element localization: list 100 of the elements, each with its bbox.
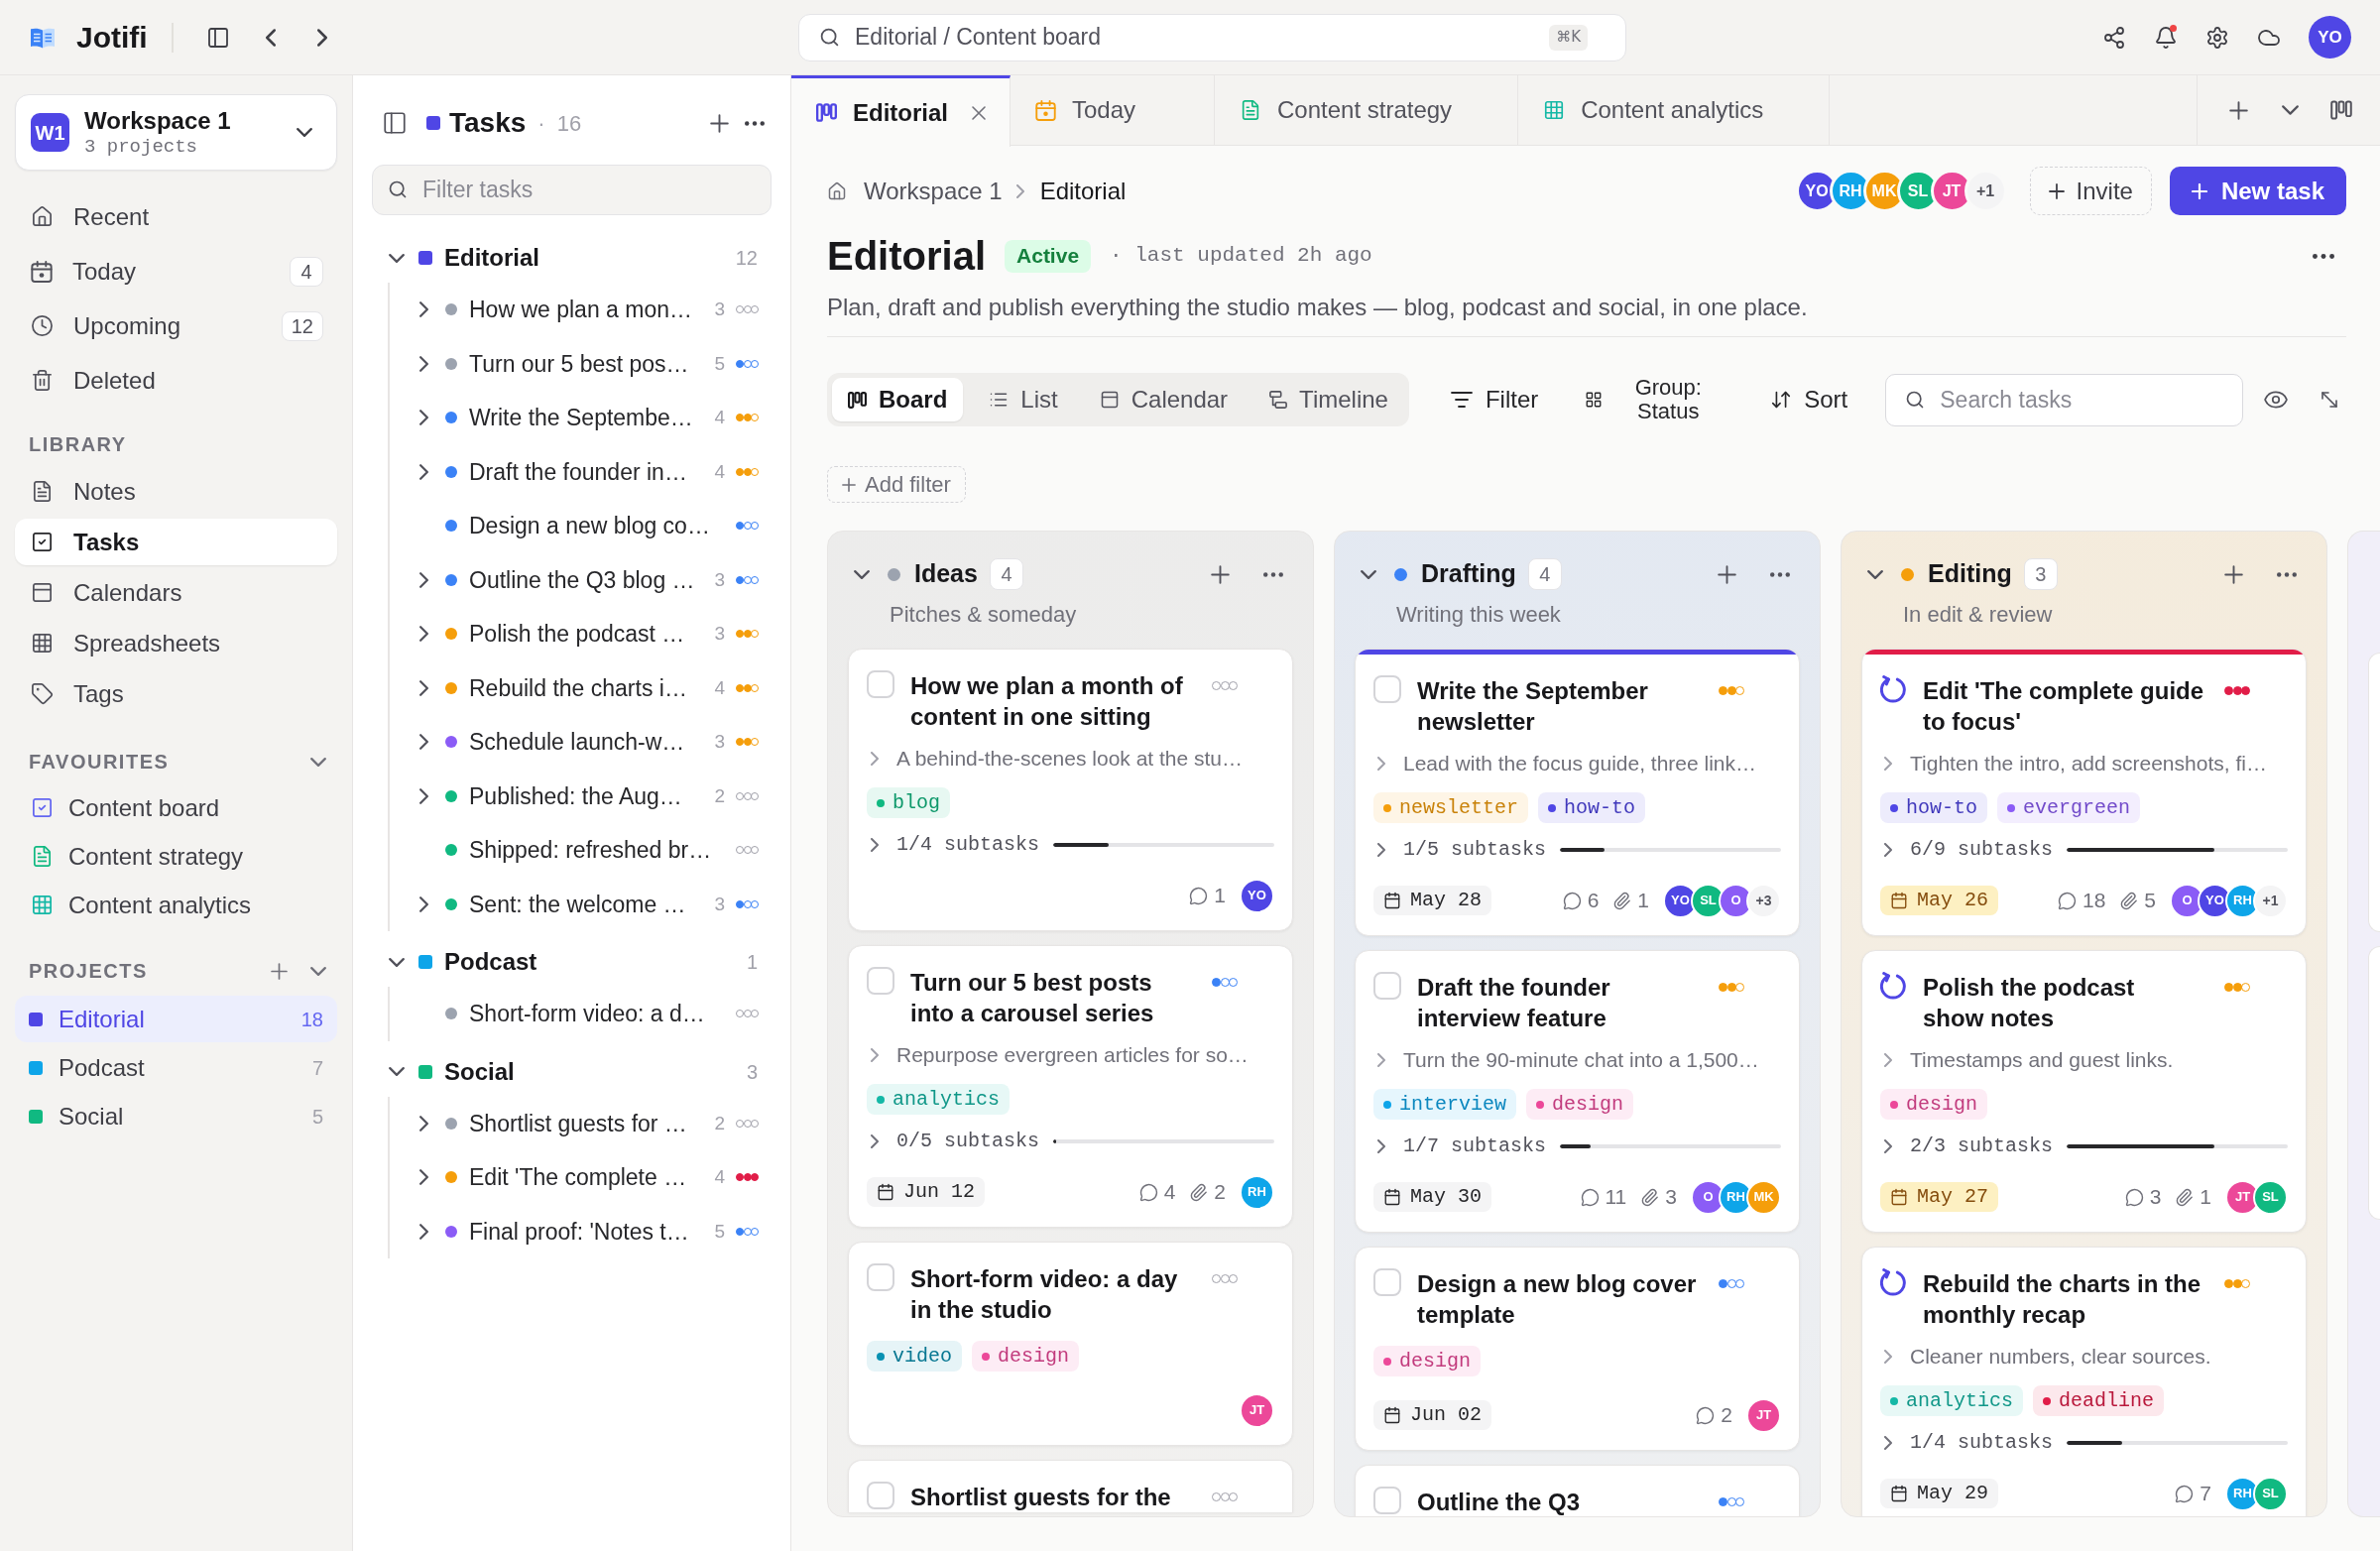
task-tree-item[interactable]: Design a new blog co… [390, 499, 790, 553]
task-tree-item[interactable]: Rebuild the charts i… 4 [390, 660, 790, 715]
filter-field[interactable]: Filter tasks [372, 165, 772, 215]
plus-icon[interactable] [271, 962, 288, 980]
task-tree-item[interactable]: Sent: the welcome … 3 [390, 877, 790, 931]
nav-item[interactable]: Recent [15, 193, 337, 240]
plus-icon[interactable] [710, 113, 729, 133]
chevron-right-icon[interactable] [418, 463, 428, 480]
more-avatars[interactable]: +1 [2253, 883, 2288, 918]
due-date-chip[interactable]: May 30 [1373, 1182, 1491, 1212]
task-tree-item[interactable]: Write the Septembe… 4 [390, 391, 790, 445]
checkbox[interactable] [1373, 972, 1401, 1000]
project-item[interactable]: Podcast 7 [15, 1044, 337, 1091]
task-group[interactable]: Podcast 1 [353, 940, 790, 984]
command-search-bar[interactable]: Editorial / Content board ⌘K [798, 13, 1626, 61]
breadcrumb-link[interactable]: Workspace 1 [864, 173, 1003, 209]
more-icon[interactable] [2277, 571, 2297, 577]
nav-item[interactable]: Notes [15, 468, 337, 515]
checkbox[interactable] [867, 1263, 894, 1291]
tab[interactable]: Editorial [791, 75, 1011, 147]
task-tree-item[interactable]: Shortlist guests for … 2 [390, 1096, 790, 1150]
chevron-down-icon[interactable] [310, 757, 326, 767]
chevron-right-icon[interactable] [418, 734, 428, 751]
search-field[interactable]: Search tasks [1885, 373, 2243, 426]
more-icon[interactable] [1770, 571, 1790, 577]
task-card[interactable]: Edit 'The complete guide to focus' Tighten the intro, add screenshots, fi… how-to evergreen 6/9 subtasks May 26 18 5 O YO RH +1 [1861, 649, 2307, 936]
filter-button[interactable]: Filter [1435, 373, 1553, 426]
checkbox[interactable] [867, 967, 894, 995]
chevron-down-icon[interactable] [1867, 569, 1883, 579]
due-date-chip[interactable]: Jun 02 [1373, 1400, 1491, 1430]
task-tree-item[interactable]: How we plan a mon… 3 [390, 283, 790, 337]
favourite-item[interactable]: Content board [15, 784, 337, 831]
task-tree-item[interactable]: Draft the founder in… 4 [390, 444, 790, 499]
sidebar-icon[interactable] [382, 110, 408, 136]
subtasks-toggle[interactable]: 2/3 subtasks [1880, 1132, 2054, 1161]
task-tree-item[interactable]: Polish the podcast … 3 [390, 607, 790, 661]
task-tree-item[interactable]: Shipped: refreshed br… [390, 823, 790, 878]
task-card[interactable]: Polish the podcast show notes Timestamps and guest links. design 2/3 subtasks May 27 3 1 JT SL [1861, 950, 2307, 1233]
subtasks-toggle[interactable]: 1/7 subtasks [1373, 1132, 1547, 1161]
task-card[interactable]: Rebuild the charts in the monthly recap Cleaner numbers, clear sources. analytics deadline 1/4 subtasks May 29 7 RH SL [1861, 1247, 2307, 1516]
task-card[interactable]: Draft the founder interview feature Turn the 90-minute chat into a 1,500… interview design 1/7 subtasks May 30 11 3 O RH MK [1355, 950, 1800, 1233]
favourite-item[interactable]: Content analytics [15, 882, 337, 928]
view-tab[interactable]: Timeline [1253, 378, 1404, 421]
more-avatars[interactable]: +3 [1746, 883, 1781, 918]
task-tree-item[interactable]: Short-form video: a d… [390, 987, 790, 1041]
view-tab[interactable]: Board [832, 378, 964, 421]
subtasks-toggle[interactable]: 6/9 subtasks [1880, 835, 2054, 865]
view-tab[interactable]: List [973, 378, 1074, 421]
view-tab[interactable]: Calendar [1083, 378, 1245, 421]
task-card[interactable]: How we plan a month of content in one sitting A behind-the-scenes look at the stu… blog 1/4 subtasks 1 YO [848, 649, 1293, 931]
nav-item[interactable]: Deleted [15, 357, 337, 404]
task-card[interactable]: Turn our 5 best posts into a carousel series Repurpose evergreen articles for so… analytics 0/5 subtasks Jun 12 4 2 RH [848, 945, 1293, 1228]
task-tree-item[interactable]: Outline the Q3 blog … 3 [390, 552, 790, 607]
checkbox[interactable] [1373, 675, 1401, 703]
due-date-chip[interactable]: May 28 [1373, 886, 1491, 915]
sort-button[interactable]: Sort [1756, 373, 1862, 426]
new-task-button[interactable]: New task [2169, 167, 2346, 215]
tab[interactable]: Content strategy [1215, 75, 1519, 145]
chevron-right-icon[interactable] [418, 355, 428, 372]
task-card[interactable]: Shortlist guests for the [848, 1460, 1293, 1512]
chevron-right-icon[interactable] [418, 1169, 428, 1186]
nav-item[interactable]: Upcoming 12 [15, 302, 337, 349]
chevron-down-icon[interactable] [854, 569, 870, 579]
more-avatars[interactable]: +1 [1964, 170, 2007, 212]
checkbox[interactable] [1373, 1487, 1401, 1514]
subtasks-toggle[interactable]: 1/4 subtasks [867, 830, 1040, 860]
breadcrumb-link[interactable]: Editorial [1039, 173, 1127, 209]
circular-arrow-icon[interactable] [1880, 972, 1907, 1000]
chevron-right-icon[interactable] [418, 895, 428, 912]
group-button[interactable]: Group: Status [1571, 373, 1725, 426]
circular-arrow-icon[interactable] [1880, 1268, 1907, 1296]
chevron-right-icon[interactable] [418, 1223, 428, 1240]
checkbox[interactable] [867, 1482, 894, 1509]
task-tree-item[interactable]: Published: the Aug… 2 [390, 769, 790, 823]
more-icon[interactable] [2313, 253, 2334, 259]
nav-item[interactable]: Tasks [15, 519, 337, 565]
task-card[interactable]: Outline the Q3 [1355, 1465, 1800, 1516]
nav-item[interactable]: Calendars [15, 569, 337, 616]
task-tree-item[interactable]: Turn our 5 best pos… 5 [390, 336, 790, 391]
nav-item[interactable]: Spreadsheets [15, 620, 337, 666]
checkbox[interactable] [1373, 1268, 1401, 1296]
task-tree-item[interactable]: Schedule launch-w… 3 [390, 715, 790, 770]
tab[interactable]: Content analytics [1518, 75, 1831, 145]
task-group[interactable]: Social 3 [353, 1049, 790, 1094]
plus-icon[interactable] [1211, 564, 1230, 584]
chevron-right-icon[interactable] [418, 301, 428, 318]
project-item[interactable]: Social 5 [15, 1093, 337, 1139]
add-filter-button[interactable]: Add filter [827, 466, 966, 503]
project-item[interactable]: Editorial 18 [15, 996, 337, 1042]
invite-button[interactable]: Invite [2029, 167, 2152, 215]
task-card[interactable]: Design a new blog cover template design Jun 02 2 JT [1355, 1247, 1800, 1451]
task-tree-item[interactable]: Edit 'The complete … 4 [390, 1150, 790, 1205]
plus-icon[interactable] [2224, 564, 2243, 584]
task-card[interactable]: Write the September newsletter Lead with the focus guide, three link… newsletter how-to 1/5 subtasks May 28 6 1 YO SL O +3 [1355, 649, 1800, 936]
due-date-chip[interactable]: Jun 12 [867, 1177, 985, 1207]
chevron-down-icon[interactable] [1361, 569, 1376, 579]
subtasks-toggle[interactable]: 1/4 subtasks [1880, 1428, 2054, 1458]
chevron-right-icon[interactable] [418, 626, 428, 643]
subtasks-toggle[interactable]: 0/5 subtasks [867, 1127, 1040, 1156]
task-card[interactable]: Short-form video: a day in the studio video design JT [848, 1242, 1293, 1446]
